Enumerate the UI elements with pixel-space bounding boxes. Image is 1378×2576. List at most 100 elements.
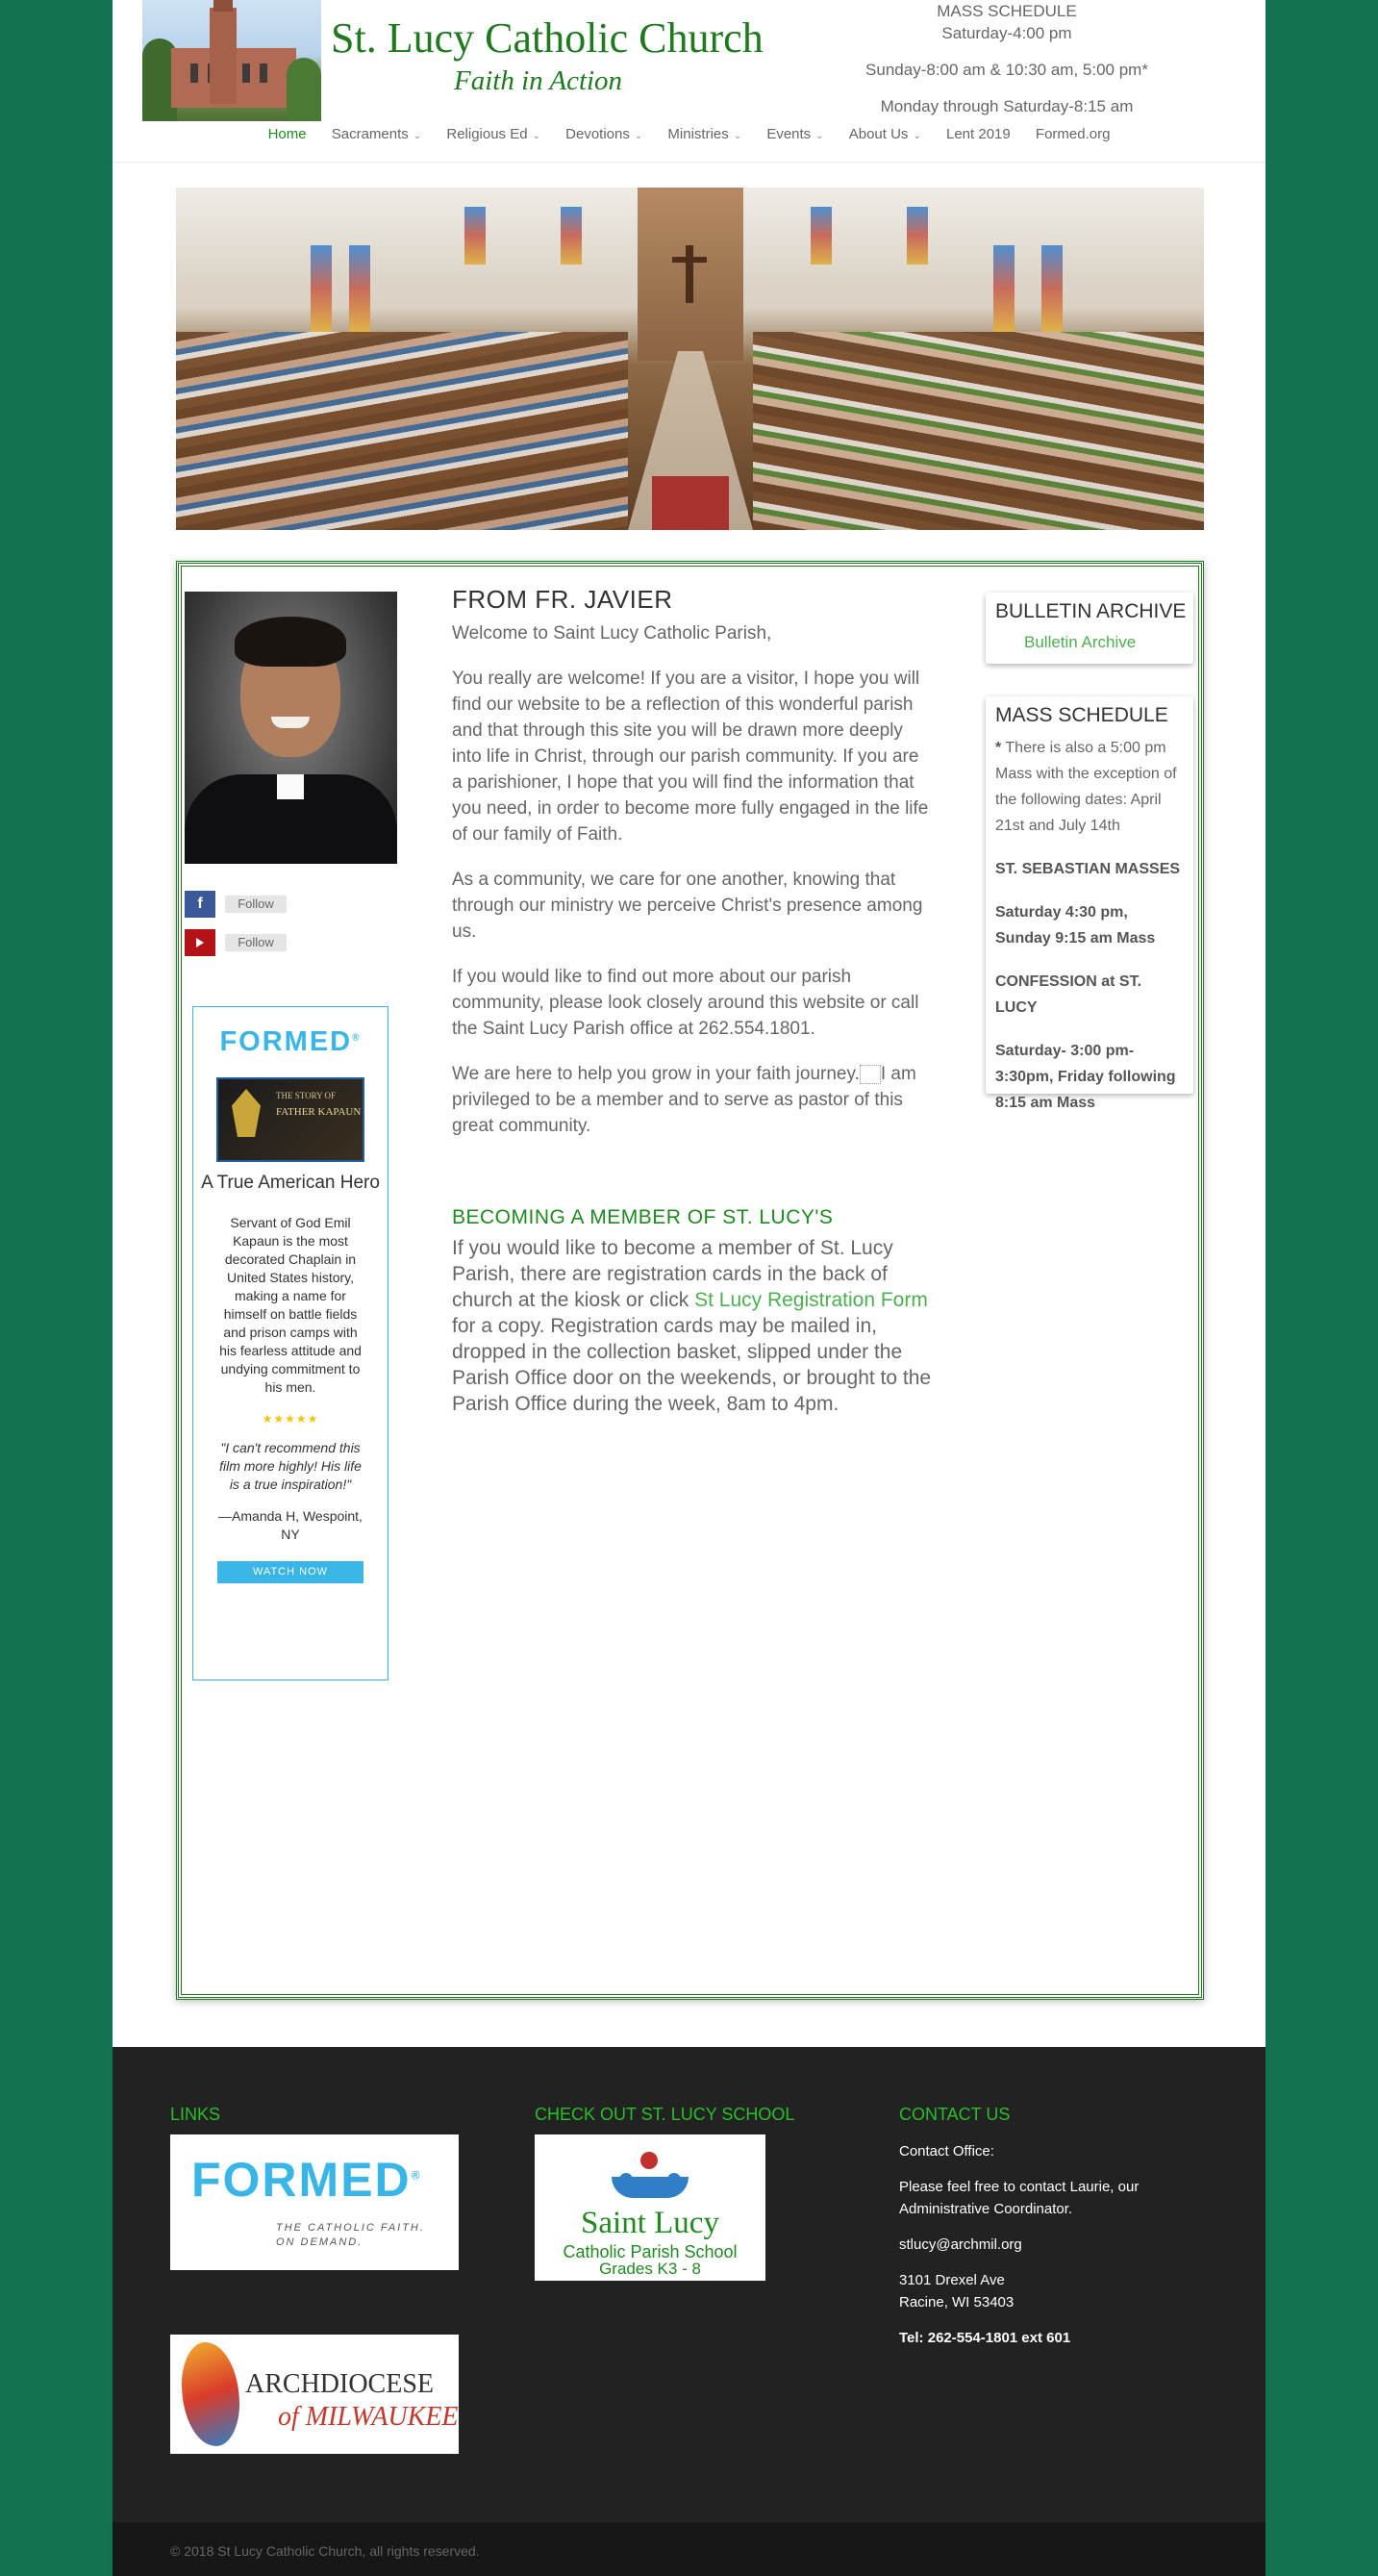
contact-note: Please feel free to contact Laurie, our … [899, 2179, 1140, 2217]
mass-card-body: * There is also a 5:00 pm Mass with the … [995, 735, 1184, 1116]
nav-label: Sacraments [331, 126, 409, 142]
chevron-down-icon: ⌄ [634, 131, 643, 141]
bulletin-archive-link[interactable]: Bulletin Archive [1024, 633, 1193, 652]
formed-footer-text: FORMED [191, 2153, 412, 2207]
mass-saturday: Saturday-4:00 pm [941, 24, 1072, 42]
page: St. Lucy Catholic Church Faith in Action… [113, 0, 1265, 2576]
nav-devotions[interactable]: Devotions ⌄ [565, 126, 642, 142]
nav-label: About Us [848, 126, 909, 142]
section-title: FROM FR. JAVIER [452, 585, 673, 614]
sebastian-heading-text: ST. SEBASTIAN MASSES [995, 861, 1181, 877]
mass-card-title: MASS SCHEDULE [995, 704, 1168, 726]
phone-text: Tel: 262-554-1801 ext 601 [899, 2330, 1071, 2346]
paragraph-journey: We are here to help you grow in your fai… [452, 1061, 933, 1139]
content-box: f Follow Follow FORMED® THE STORY OF FAT… [176, 561, 1204, 2000]
facebook-follow-button[interactable]: Follow [225, 896, 287, 913]
sebastian-heading: ST. SEBASTIAN MASSES [995, 856, 1184, 882]
confession-times: Saturday- 3:00 pm-3:30pm, Friday followi… [995, 1038, 1184, 1116]
formed-widget: FORMED® THE STORY OF FATHER KAPAUN A Tru… [192, 1006, 388, 1680]
pastor-photo [185, 592, 397, 864]
mass-weekday: Monday through Saturday-8:15 am [880, 97, 1134, 115]
formed-logo-text: FORMED [219, 1026, 353, 1057]
nav-label: Formed.org [1035, 126, 1111, 142]
nav-label: Lent 2019 [946, 126, 1011, 142]
nav-lent-2019[interactable]: Lent 2019 [946, 126, 1011, 142]
paragraph-community: As a community, we care for one another,… [452, 870, 923, 942]
header-mass-schedule: MASS SCHEDULE Saturday-4:00 pm Sunday-8:… [853, 0, 1161, 117]
member-text-b: for a copy. Registration cards may be ma… [452, 1315, 932, 1415]
nav-events[interactable]: Events ⌄ [766, 126, 823, 142]
footer-school: CHECK OUT ST. LUCY SCHOOL Saint Lucy Cat… [535, 2105, 794, 2281]
school-grades: Grades K3 - 8 [599, 2260, 701, 2278]
chevron-down-icon: ⌄ [532, 131, 540, 141]
nav-about-us[interactable]: About Us ⌄ [849, 126, 921, 142]
registered-mark: ® [352, 1032, 362, 1044]
nav-label: Ministries [667, 126, 729, 142]
site-footer: LINKS FORMED® THE CATHOLIC FAITH. ON DEMA… [113, 2047, 1265, 2522]
sebastian-times-text: Saturday 4:30 pm, Sunday 9:15 am Mass [995, 904, 1156, 947]
widget-quote-author: —Amanda H, Wespoint, NY [218, 1508, 363, 1542]
chevron-down-icon: ⌄ [413, 131, 422, 141]
contact-office: Contact Office: [899, 2143, 994, 2159]
star-rating: ★★★★★ [262, 1412, 319, 1426]
medal-icon [232, 1089, 261, 1137]
chevron-down-icon: ⌄ [815, 131, 824, 141]
bottom-bar: © 2018 St Lucy Catholic Church, all righ… [113, 2522, 1265, 2576]
archdiocese-line2: of MILWAUKEE [278, 2402, 459, 2432]
nav-religious-ed[interactable]: Religious Ed ⌄ [446, 126, 540, 142]
confession-times-text: Saturday- 3:00 pm-3:30pm, Friday followi… [995, 1043, 1176, 1111]
widget-title: A True American Hero [201, 1173, 380, 1193]
church-logo-photo[interactable] [142, 0, 321, 121]
confession-heading-text: CONFESSION at ST. LUCY [995, 973, 1142, 1016]
address-line1: 3101 Drexel Ave [899, 2272, 1005, 2288]
church-interior-banner [176, 188, 1204, 530]
nav-label: Events [766, 126, 812, 142]
main-column: FROM FR. JAVIER Welcome to Saint Lucy Ca… [452, 585, 933, 1417]
bulletin-title: BULLETIN ARCHIVE [995, 600, 1187, 622]
registered-mark: ® [411, 2168, 422, 2183]
youtube-icon[interactable] [185, 929, 215, 956]
bulletin-archive-card: BULLETIN ARCHIVE Bulletin Archive [986, 593, 1193, 664]
archdiocese-line1: ARCHDIOCESE [245, 2369, 435, 2399]
widget-quote: "I can't recommend this film more highly… [219, 1440, 362, 1492]
sebastian-times: Saturday 4:30 pm, Sunday 9:15 am Mass [995, 899, 1184, 951]
formed-sub-line2: ON DEMAND. [276, 2236, 363, 2248]
chevron-down-icon: ⌄ [733, 131, 742, 141]
nav-label: Home [267, 126, 307, 142]
broken-image-icon [859, 1064, 881, 1084]
main-nav: Home Sacraments ⌄ Religious Ed ⌄ Devotions… [113, 126, 1265, 142]
mass-sunday: Sunday-8:00 am & 10:30 am, 5:00 pm* [865, 61, 1148, 79]
kapaun-poster[interactable]: THE STORY OF FATHER KAPAUN [216, 1077, 364, 1162]
mass-schedule-card: MASS SCHEDULE * There is also a 5:00 pm … [986, 696, 1193, 1111]
nav-sacraments[interactable]: Sacraments ⌄ [332, 126, 421, 142]
poster-line2: FATHER KAPAUN [276, 1106, 362, 1118]
school-logo[interactable]: Saint Lucy Catholic Parish School Grades… [535, 2134, 765, 2281]
footer-contact: CONTACT US Contact Office: Please feel f… [899, 2105, 1207, 2362]
archdiocese-flame-icon [182, 2342, 239, 2446]
school-heading: CHECK OUT ST. LUCY SCHOOL [535, 2105, 795, 2124]
formed-logo[interactable]: FORMED® [193, 1026, 388, 1058]
nav-ministries[interactable]: Ministries ⌄ [667, 126, 741, 142]
formed-footer-sub: THE CATHOLIC FAITH. ON DEMAND. [276, 2221, 425, 2250]
registration-form-link[interactable]: St Lucy Registration Form [694, 1289, 928, 1311]
facebook-icon[interactable]: f [185, 891, 215, 918]
member-paragraph: If you would like to become a member of … [452, 1235, 933, 1417]
address-line2: Racine, WI 53403 [899, 2294, 1015, 2311]
youtube-follow-button[interactable]: Follow [225, 934, 287, 951]
contact-email[interactable]: stlucy@archmil.org [899, 2234, 1207, 2256]
chevron-down-icon: ⌄ [913, 131, 921, 141]
watch-now-button[interactable]: WATCH NOW [217, 1561, 363, 1583]
formed-footer-logo[interactable]: FORMED® THE CATHOLIC FAITH. ON DEMAND. [170, 2134, 459, 2270]
archdiocese-logo[interactable]: ARCHDIOCESE of MILWAUKEE [170, 2335, 459, 2454]
site-tagline: Faith in Action [454, 65, 623, 96]
nav-label: Devotions [565, 126, 630, 142]
nav-formed[interactable]: Formed.org [1036, 126, 1111, 142]
footer-links: LINKS FORMED® THE CATHOLIC FAITH. ON DEMA… [170, 2105, 459, 2454]
mass-note-text: There is also a 5:00 pm Mass with the ex… [995, 740, 1177, 834]
contact-phone: Tel: 262-554-1801 ext 601 [899, 2327, 1207, 2349]
site-title[interactable]: St. Lucy Catholic Church [331, 13, 764, 63]
confession-heading: CONFESSION at ST. LUCY [995, 969, 1184, 1021]
welcome-text: Welcome to Saint Lucy Catholic Parish, [452, 623, 772, 644]
nav-home[interactable]: Home [268, 126, 307, 142]
widget-description: Servant of God Emil Kapaun is the most d… [219, 1215, 362, 1395]
